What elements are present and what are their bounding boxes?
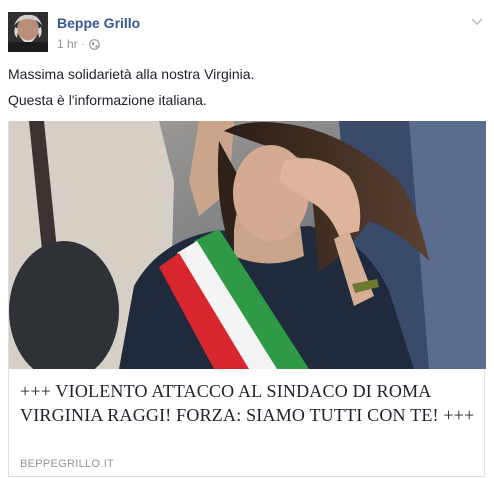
- link-title[interactable]: +++ VIOLENTO ATTACCO AL SINDACO DI ROMA …: [20, 379, 475, 427]
- facebook-post: Beppe Grillo 1 hr · Massima solidarietà …: [0, 0, 494, 479]
- avatar-photo: [8, 12, 48, 52]
- link-preview-card[interactable]: +++ VIOLENTO ATTACCO AL SINDACO DI ROMA …: [8, 121, 486, 477]
- article-photo: [9, 121, 486, 369]
- post-message: Massima solidarietà alla nostra Virginia…: [8, 64, 486, 116]
- post-timestamp[interactable]: 1 hr: [57, 37, 78, 51]
- globe-icon[interactable]: [89, 38, 100, 50]
- post-text-line: Questa è l'informazione italiana.: [8, 92, 207, 108]
- meta-separator: ·: [81, 38, 86, 50]
- post-text-line: Massima solidarietà alla nostra Virginia…: [8, 66, 255, 82]
- chevron-down-icon[interactable]: [470, 14, 484, 28]
- link-domain: BEPPEGRILLO.IT: [20, 458, 115, 470]
- author-name-link[interactable]: Beppe Grillo: [57, 15, 140, 31]
- post-header: Beppe Grillo 1 hr ·: [8, 12, 486, 56]
- post-meta: 1 hr ·: [57, 37, 100, 51]
- author-avatar[interactable]: [8, 12, 48, 52]
- link-preview-image[interactable]: [9, 121, 486, 369]
